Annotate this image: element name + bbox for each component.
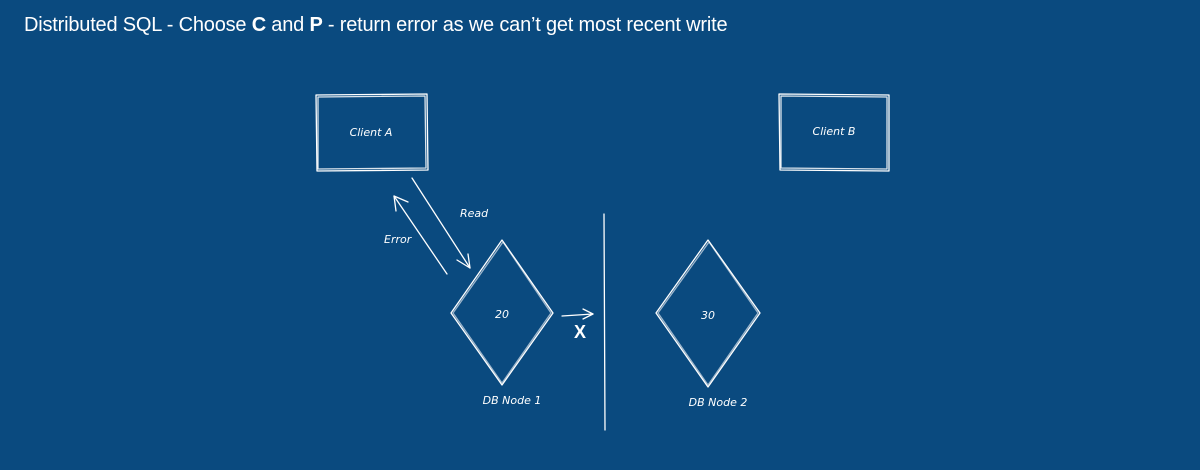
cap-diagram: Client A Client B Read Error 20 DB Node …	[315, 93, 890, 431]
node-1-label: DB Node 1	[483, 394, 542, 407]
partition-line	[603, 213, 606, 431]
client-b-box: Client B	[778, 93, 890, 172]
read-label: Read	[460, 207, 489, 220]
client-b-label: Client B	[813, 125, 856, 138]
replication-arrow: X	[561, 308, 594, 342]
blocked-mark: X	[574, 322, 586, 342]
client-a-box: Client A	[315, 93, 429, 172]
node-1-value: 20	[495, 308, 509, 321]
node-2-label: DB Node 2	[689, 396, 748, 409]
error-label: Error	[384, 233, 413, 246]
db-node-2: 30 DB Node 2	[655, 239, 761, 409]
client-a-label: Client A	[350, 126, 393, 139]
read-arrow: Read	[411, 177, 489, 269]
node-2-value: 30	[701, 309, 715, 322]
error-arrow: Error	[384, 195, 448, 275]
